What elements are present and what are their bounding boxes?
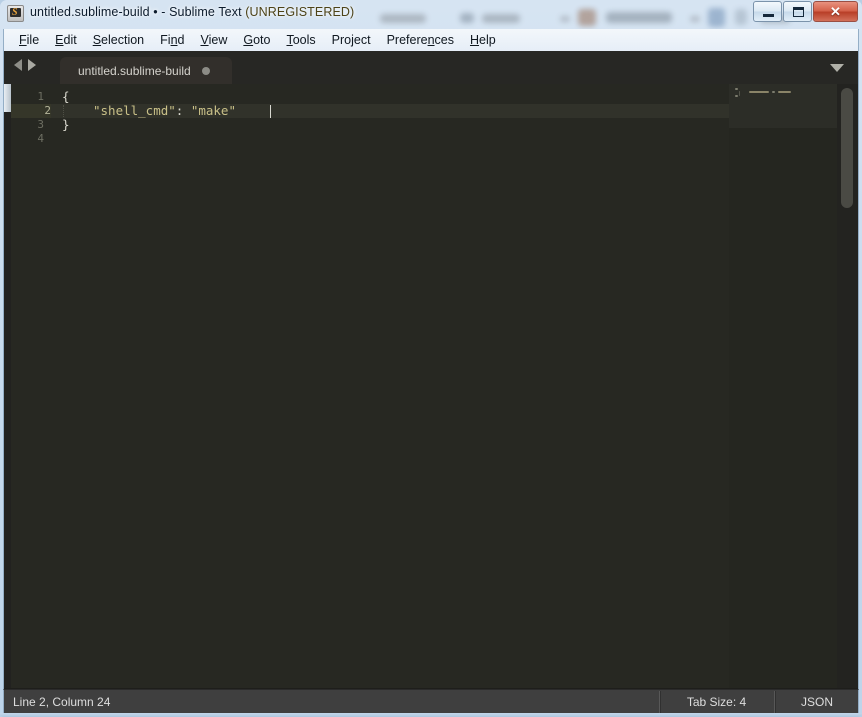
tab-dirty-indicator-icon[interactable] [201,66,210,75]
maximize-icon [793,7,804,17]
tab-navigation [14,59,36,71]
window-title-file: untitled.sublime-build [30,5,150,19]
chevron-down-icon[interactable] [830,64,844,72]
menu-item-find[interactable]: Find [152,31,192,49]
close-icon: ✕ [830,3,841,19]
title-bar: S untitled.sublime-build • - Sublime Tex… [0,0,862,29]
application-window: S untitled.sublime-build • - Sublime Tex… [0,0,862,717]
code-token-value: "make" [190,103,236,118]
status-syntax[interactable]: JSON [774,695,860,709]
menu-item-view[interactable]: View [192,31,235,49]
window-title-app: - Sublime Text [161,5,242,19]
code-token-key: "shell_cmd" [93,103,176,118]
window-frame-bottom [0,713,862,717]
arrow-right-icon[interactable] [28,59,36,71]
status-tab-size[interactable]: Tab Size: 4 [659,695,774,709]
vertical-scrollbar[interactable] [837,84,858,688]
code-token-brace-close: } [62,117,70,132]
editor-left-rail-knob[interactable] [4,84,11,112]
tab-untitled-sublime-build[interactable]: untitled.sublime-build [60,57,232,84]
menu-item-selection[interactable]: Selection [85,31,152,49]
code-editor[interactable]: 1 2 3 4 { "shell_cmd": "make" } [4,84,858,688]
code-token-brace-open: { [62,89,70,104]
code-line[interactable] [51,132,731,146]
editor-pane: untitled.sublime-build 1 2 3 4 {"shell_… [3,51,859,689]
status-bar: Line 2, Column 24 Tab Size: 4 JSON [3,689,859,713]
menu-item-project[interactable]: Project [324,31,379,49]
tab-bar: untitled.sublime-build [4,51,858,85]
code-content[interactable]: { "shell_cmd": "make" } [51,84,731,688]
sublime-text-icon: S [7,5,24,22]
window-title-dirty-marker: • [153,5,158,19]
line-number-gutter: 1 2 3 4 [11,84,51,688]
code-line-2-text: "shell_cmd": "make" [62,104,236,118]
maximize-button[interactable] [783,1,812,22]
code-line[interactable]: } [51,118,731,132]
menu-item-preferences[interactable]: Preferences [379,31,462,49]
text-caret [270,105,271,118]
arrow-left-icon[interactable] [14,59,22,71]
line-number: 3 [37,118,44,131]
window-title-license-status: (UNREGISTERED) [245,5,355,19]
tab-label: untitled.sublime-build [78,63,191,78]
line-number: 4 [37,132,44,145]
line-number: 1 [37,90,44,103]
code-line[interactable]: "shell_cmd": "make" [51,104,731,118]
menu-item-edit[interactable]: Edit [47,31,85,49]
minimize-icon [763,14,774,17]
minimize-button[interactable] [753,1,782,22]
code-line[interactable]: { [51,90,731,104]
close-button[interactable]: ✕ [813,1,858,22]
status-cursor-position: Line 2, Column 24 [13,695,111,709]
editor-left-rail [4,84,11,688]
menu-item-file[interactable]: File [11,31,47,49]
code-token-colon: : [175,103,184,118]
window-title: untitled.sublime-build • - Sublime Text … [30,5,354,19]
line-number: 2 [11,104,51,118]
menu-bar: File Edit Selection Find View Goto Tools… [3,29,859,51]
menu-item-goto[interactable]: Goto [235,31,278,49]
menu-item-help[interactable]: Help [462,31,504,49]
minimap[interactable] [729,84,837,688]
window-controls: ✕ [752,1,858,22]
vertical-scrollbar-thumb[interactable] [841,88,853,208]
menu-item-tools[interactable]: Tools [278,31,323,49]
